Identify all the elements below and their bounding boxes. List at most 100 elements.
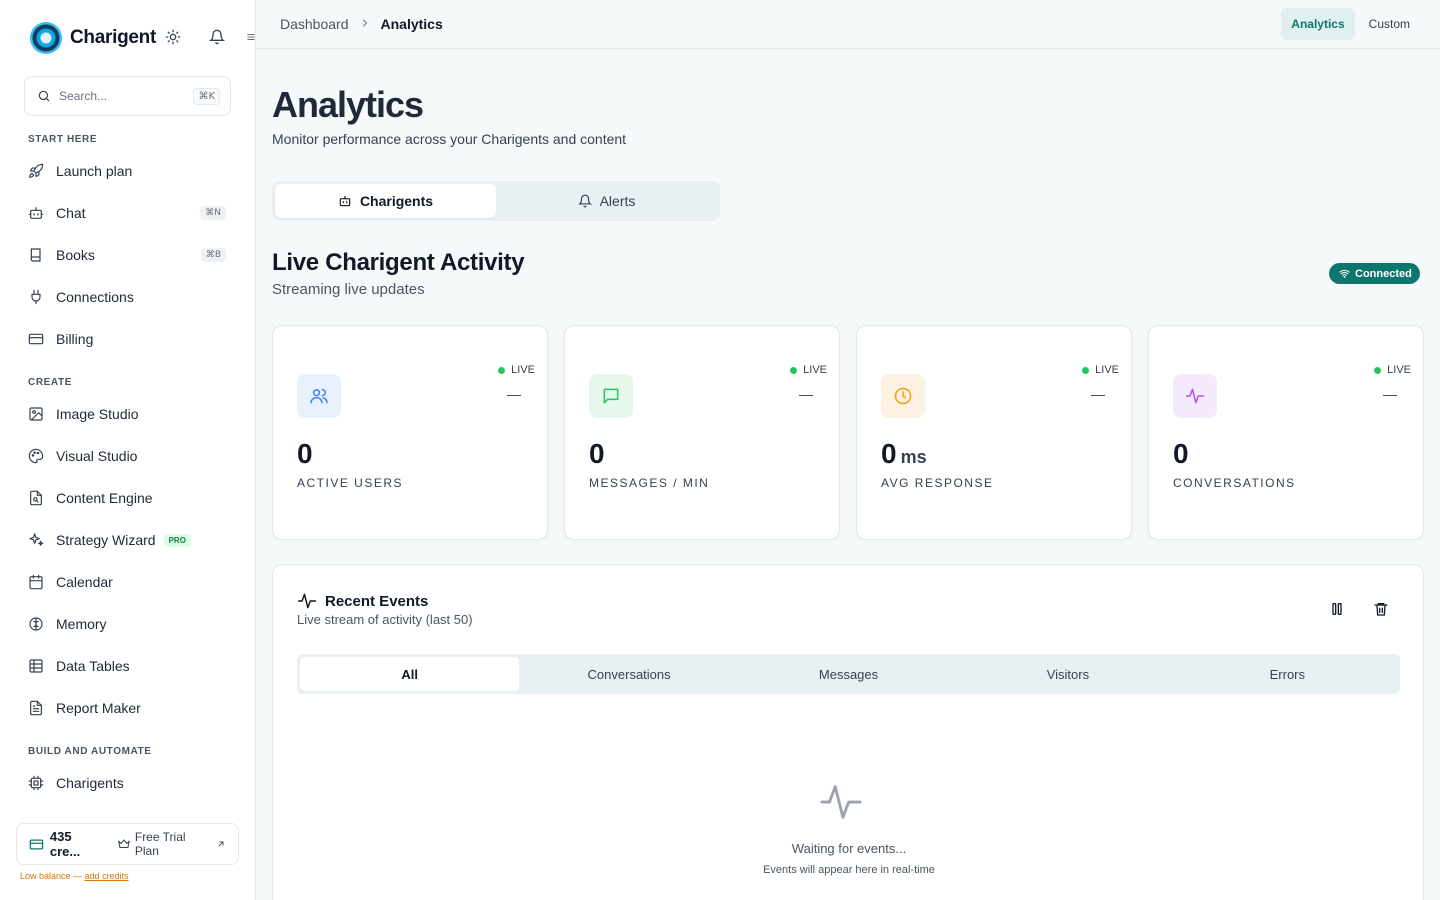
book-icon (28, 247, 44, 263)
trash-icon (1374, 603, 1388, 616)
sidebar-item-memory[interactable]: Memory (24, 607, 234, 641)
bell-icon (577, 194, 592, 208)
brand[interactable]: Charigent (30, 22, 156, 54)
tab-visitors[interactable]: Visitors (958, 657, 1177, 691)
section-label-build-and-automate: BUILD AND AUTOMATE (28, 746, 152, 757)
bell-icon[interactable] (208, 28, 226, 46)
sidebar-item-visual-studio[interactable]: Visual Studio (24, 439, 234, 473)
sidebar-item-image-studio[interactable]: Image Studio (24, 397, 234, 431)
add-credits-link[interactable]: add credits (85, 871, 129, 881)
recent-events-subtitle: Live stream of activity (last 50) (297, 612, 473, 627)
file-search-icon (28, 490, 44, 506)
low-balance-warning: Low balance — add credits (20, 871, 129, 881)
live-dot (1374, 366, 1382, 374)
header-tabs: Analytics Custom (1281, 8, 1420, 40)
stat-value: 0 (589, 438, 605, 470)
sidebar-item-label: Content Engine (56, 490, 153, 506)
plan-link[interactable]: Free Trial Plan (117, 830, 226, 858)
sidebar-item-label: Chat (56, 205, 86, 221)
table-icon (28, 658, 44, 674)
breadcrumb-dashboard[interactable]: Dashboard (280, 16, 349, 32)
stat-card-avg-response: LIVE — 0 ms AVG RESPONSE (856, 325, 1132, 540)
sidebar-item-billing[interactable]: Billing (24, 322, 234, 356)
sidebar-item-calendar[interactable]: Calendar (24, 565, 234, 599)
stat-trend: — (799, 386, 813, 402)
connection-status-text: Connected (1355, 267, 1412, 280)
tab-errors[interactable]: Errors (1178, 657, 1397, 691)
sidebar: Charigent Search... ⌘K START HERE Launch… (0, 0, 256, 900)
logo (30, 22, 62, 54)
tab-messages[interactable]: Messages (739, 657, 958, 691)
sidebar-item-label: Calendar (56, 574, 113, 590)
sidebar-item-label: Report Maker (56, 700, 141, 716)
live-dot (1082, 366, 1090, 374)
tab-label: Alerts (599, 193, 636, 209)
calendar-icon (28, 574, 44, 590)
section-label-create: CREATE (28, 377, 72, 388)
sidebar-item-books[interactable]: Books ⌘B (24, 238, 234, 272)
sparkles-icon (28, 532, 44, 548)
sidebar-item-label: Connections (56, 289, 134, 305)
search-shortcut: ⌘K (193, 87, 220, 105)
connection-status-badge: Connected (1329, 263, 1420, 284)
recent-events-panel: Recent Events Live stream of activity (l… (272, 564, 1424, 900)
low-balance-text: Low balance — (20, 871, 85, 881)
stat-number: 0 (881, 438, 897, 469)
rocket-icon (28, 163, 44, 179)
sidebar-item-label: Strategy Wizard (56, 532, 156, 548)
sidebar-item-label: Visual Studio (56, 448, 138, 464)
tab-conversations[interactable]: Conversations (519, 657, 738, 691)
tab-alerts[interactable]: Alerts (496, 184, 717, 218)
breadcrumb: Dashboard Analytics (280, 16, 443, 32)
pause-button[interactable] (1327, 599, 1347, 619)
sidebar-item-label: Memory (56, 616, 107, 632)
stat-card-active-users: LIVE — 0 ACTIVE USERS (272, 325, 548, 540)
sidebar-item-label: Launch plan (56, 163, 133, 179)
tab-all[interactable]: All (300, 657, 520, 691)
plug-icon (28, 289, 44, 305)
sidebar-item-data-tables[interactable]: Data Tables (24, 649, 234, 683)
sidebar-item-strategy-wizard[interactable]: Strategy Wizard PRO (24, 523, 234, 557)
image-icon (28, 406, 44, 422)
page-tabs: Charigents Alerts (272, 181, 720, 221)
sidebar-item-content-engine[interactable]: Content Engine (24, 481, 234, 515)
bot-icon (28, 205, 44, 221)
stat-trend: — (1091, 386, 1105, 402)
sidebar-item-report-maker[interactable]: Report Maker (24, 691, 234, 725)
shortcut-badge: ⌘B (200, 248, 226, 262)
live-label: LIVE (803, 364, 827, 376)
stat-number: 0 (1173, 438, 1189, 469)
sidebar-item-launch-plan[interactable]: Launch plan (24, 154, 234, 188)
stat-card-conversations: LIVE — 0 CONVERSATIONS (1148, 325, 1424, 540)
tab-label: Charigents (359, 193, 434, 209)
clear-events-button[interactable] (1371, 599, 1391, 619)
sidebar-item-label: Charigents (56, 775, 124, 791)
chevron-right-icon (359, 17, 371, 32)
page-title: Analytics (272, 84, 424, 125)
sidebar-collapse-icon[interactable] (246, 28, 256, 46)
tab-charigents[interactable]: Charigents (275, 184, 496, 218)
sidebar-item-connections[interactable]: Connections (24, 280, 234, 314)
credits-widget[interactable]: 435 cre... Free Trial Plan (16, 823, 239, 865)
live-dot (790, 366, 798, 374)
breadcrumb-analytics: Analytics (380, 16, 443, 32)
empty-state-title: Waiting for events... (791, 841, 907, 856)
tab-analytics[interactable]: Analytics (1281, 8, 1355, 40)
stat-card-messages-per-min: LIVE — 0 MESSAGES / MIN (564, 325, 840, 540)
theme-toggle-sun-icon[interactable] (164, 28, 182, 46)
stat-trend: — (1383, 386, 1397, 402)
sidebar-item-charigents[interactable]: Charigents (24, 766, 234, 800)
shortcut-badge: ⌘N (200, 206, 226, 220)
search-input[interactable]: Search... ⌘K (24, 76, 231, 116)
bot-icon (339, 195, 351, 207)
tab-custom[interactable]: Custom (1359, 8, 1420, 40)
credit-card-icon (28, 331, 44, 347)
credits-value: 435 cre... (49, 829, 81, 859)
sidebar-item-chat[interactable]: Chat ⌘N (24, 196, 234, 230)
stat-value: 0 (297, 438, 313, 470)
top-bar: Dashboard Analytics Analytics Custom (256, 0, 1440, 49)
recent-events-heading: Recent Events (297, 591, 428, 611)
report-icon (28, 700, 44, 716)
pause-icon (1332, 603, 1342, 615)
plan-label: Free Trial Plan (134, 830, 186, 858)
